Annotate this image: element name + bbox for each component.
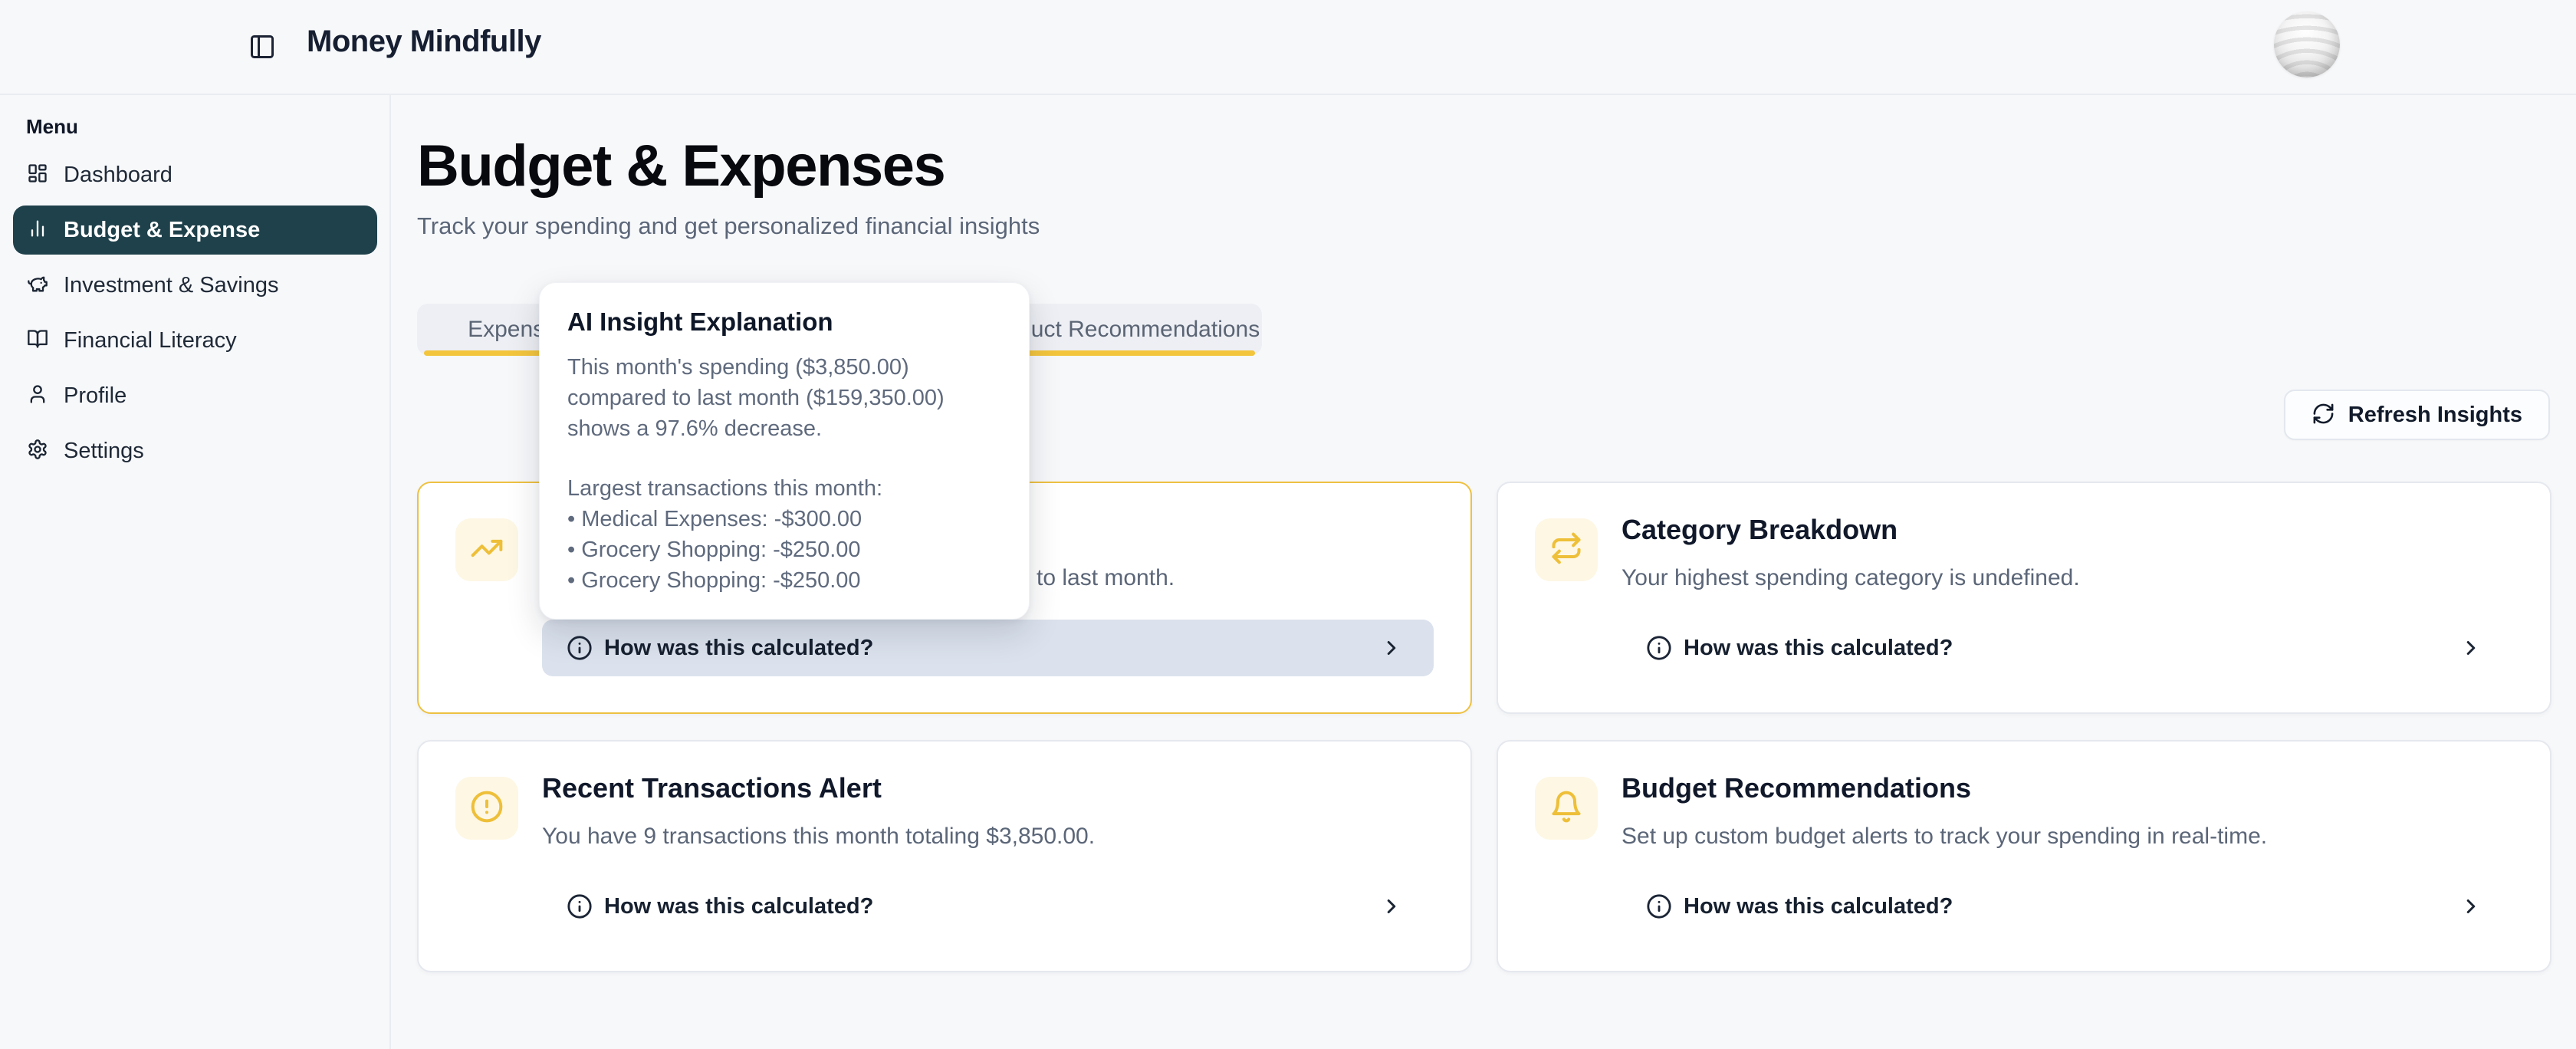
popover-transaction-item: • Grocery Shopping: -$250.00: [567, 534, 1001, 565]
sidebar-toggle-button[interactable]: [247, 32, 278, 63]
top-header: Money Mindfully: [0, 0, 2576, 95]
how-calculated-label: How was this calculated?: [1684, 636, 1953, 661]
chevron-right-icon: [2459, 636, 2482, 659]
card-title: Category Breakdown: [1622, 512, 1898, 548]
card-budget-recommendations: Budget Recommendations Set up custom bud…: [1497, 740, 2551, 972]
user-avatar[interactable]: [2274, 12, 2340, 77]
icon-box: [455, 777, 518, 840]
how-calculated-label: How was this calculated?: [1684, 894, 1953, 919]
chevron-right-icon: [1380, 636, 1403, 659]
info-icon: [1646, 893, 1672, 919]
refresh-icon: [2312, 402, 2335, 428]
ai-insight-popover: AI Insight Explanation This month's spen…: [539, 282, 1030, 620]
bell-icon: [1549, 790, 1583, 827]
bar-chart-icon: [27, 218, 48, 243]
sidebar-item-label: Budget & Expense: [64, 218, 260, 243]
app-root: Money Mindfully Menu Dashboard Budget & …: [0, 0, 2576, 1049]
panel-left-icon: [248, 51, 276, 63]
popover-body: This month's spending ($3,850.00) compar…: [567, 352, 1001, 596]
alert-circle-icon: [470, 790, 504, 827]
sidebar-item-label: Dashboard: [64, 163, 172, 188]
card-title: Budget Recommendations: [1622, 771, 1971, 806]
gear-icon: [27, 439, 48, 464]
refresh-insights-button[interactable]: Refresh Insights: [2284, 390, 2550, 440]
sidebar-item-dashboard[interactable]: Dashboard: [13, 150, 377, 199]
main-content: Budget & Expenses Track your spending an…: [391, 95, 2576, 1049]
info-icon: [567, 635, 593, 661]
icon-box: [1535, 518, 1598, 581]
card-subtitle: Your highest spending category is undefi…: [1622, 563, 2080, 594]
card-subtitle: You have 9 transactions this month total…: [542, 821, 1095, 852]
popover-transaction-item: • Medical Expenses: -$300.00: [567, 504, 1001, 534]
info-icon: [1646, 635, 1672, 661]
sidebar-item-settings[interactable]: Settings: [13, 426, 377, 475]
page-title: Budget & Expenses: [417, 133, 945, 199]
book-open-icon: [27, 328, 48, 354]
sidebar-item-profile[interactable]: Profile: [13, 371, 377, 420]
sidebar-item-label: Investment & Savings: [64, 273, 278, 298]
trending-up-icon: [470, 531, 504, 569]
chevron-right-icon: [1380, 895, 1403, 918]
chevron-right-icon: [2459, 895, 2482, 918]
dashboard-grid-icon: [27, 163, 48, 188]
info-icon: [567, 893, 593, 919]
app-title: Money Mindfully: [307, 25, 541, 59]
card-category-breakdown: Category Breakdown Your highest spending…: [1497, 482, 2551, 714]
card-subtitle: Set up custom budget alerts to track you…: [1622, 821, 2267, 852]
user-icon: [27, 383, 48, 409]
sidebar-item-investment-savings[interactable]: Investment & Savings: [13, 261, 377, 310]
repeat-icon: [1549, 531, 1583, 569]
sidebar-item-financial-literacy[interactable]: Financial Literacy: [13, 316, 377, 365]
sidebar-item-budget-expense[interactable]: Budget & Expense: [13, 206, 377, 255]
popover-title: AI Insight Explanation: [567, 307, 1001, 337]
how-calculated-button[interactable]: How was this calculated?: [1622, 620, 2513, 676]
sidebar-item-label: Profile: [64, 383, 127, 409]
sidebar-section-label: Menu: [26, 115, 78, 139]
piggy-bank-icon: [27, 273, 48, 298]
icon-box: [455, 518, 518, 581]
how-calculated-button[interactable]: How was this calculated?: [542, 878, 1434, 935]
sidebar: Menu Dashboard Budget & Expense Investme…: [0, 95, 391, 1049]
sidebar-item-label: Financial Literacy: [64, 328, 237, 354]
page-subtitle: Track your spending and get personalized…: [417, 212, 1040, 240]
icon-box: [1535, 777, 1598, 840]
how-calculated-label: How was this calculated?: [604, 636, 873, 661]
how-calculated-label: How was this calculated?: [604, 894, 873, 919]
card-recent-transactions-alert: Recent Transactions Alert You have 9 tra…: [417, 740, 1472, 972]
refresh-insights-label: Refresh Insights: [2348, 403, 2522, 428]
card-title: Recent Transactions Alert: [542, 771, 882, 806]
sidebar-nav: Dashboard Budget & Expense Investment & …: [13, 150, 377, 482]
how-calculated-button[interactable]: How was this calculated?: [542, 620, 1434, 676]
how-calculated-button[interactable]: How was this calculated?: [1622, 878, 2513, 935]
popover-transaction-item: • Grocery Shopping: -$250.00: [567, 565, 1001, 596]
popover-transactions-heading: Largest transactions this month:: [567, 473, 1001, 504]
popover-summary-text: This month's spending ($3,850.00) compar…: [567, 352, 1001, 444]
sidebar-item-label: Settings: [64, 439, 144, 464]
